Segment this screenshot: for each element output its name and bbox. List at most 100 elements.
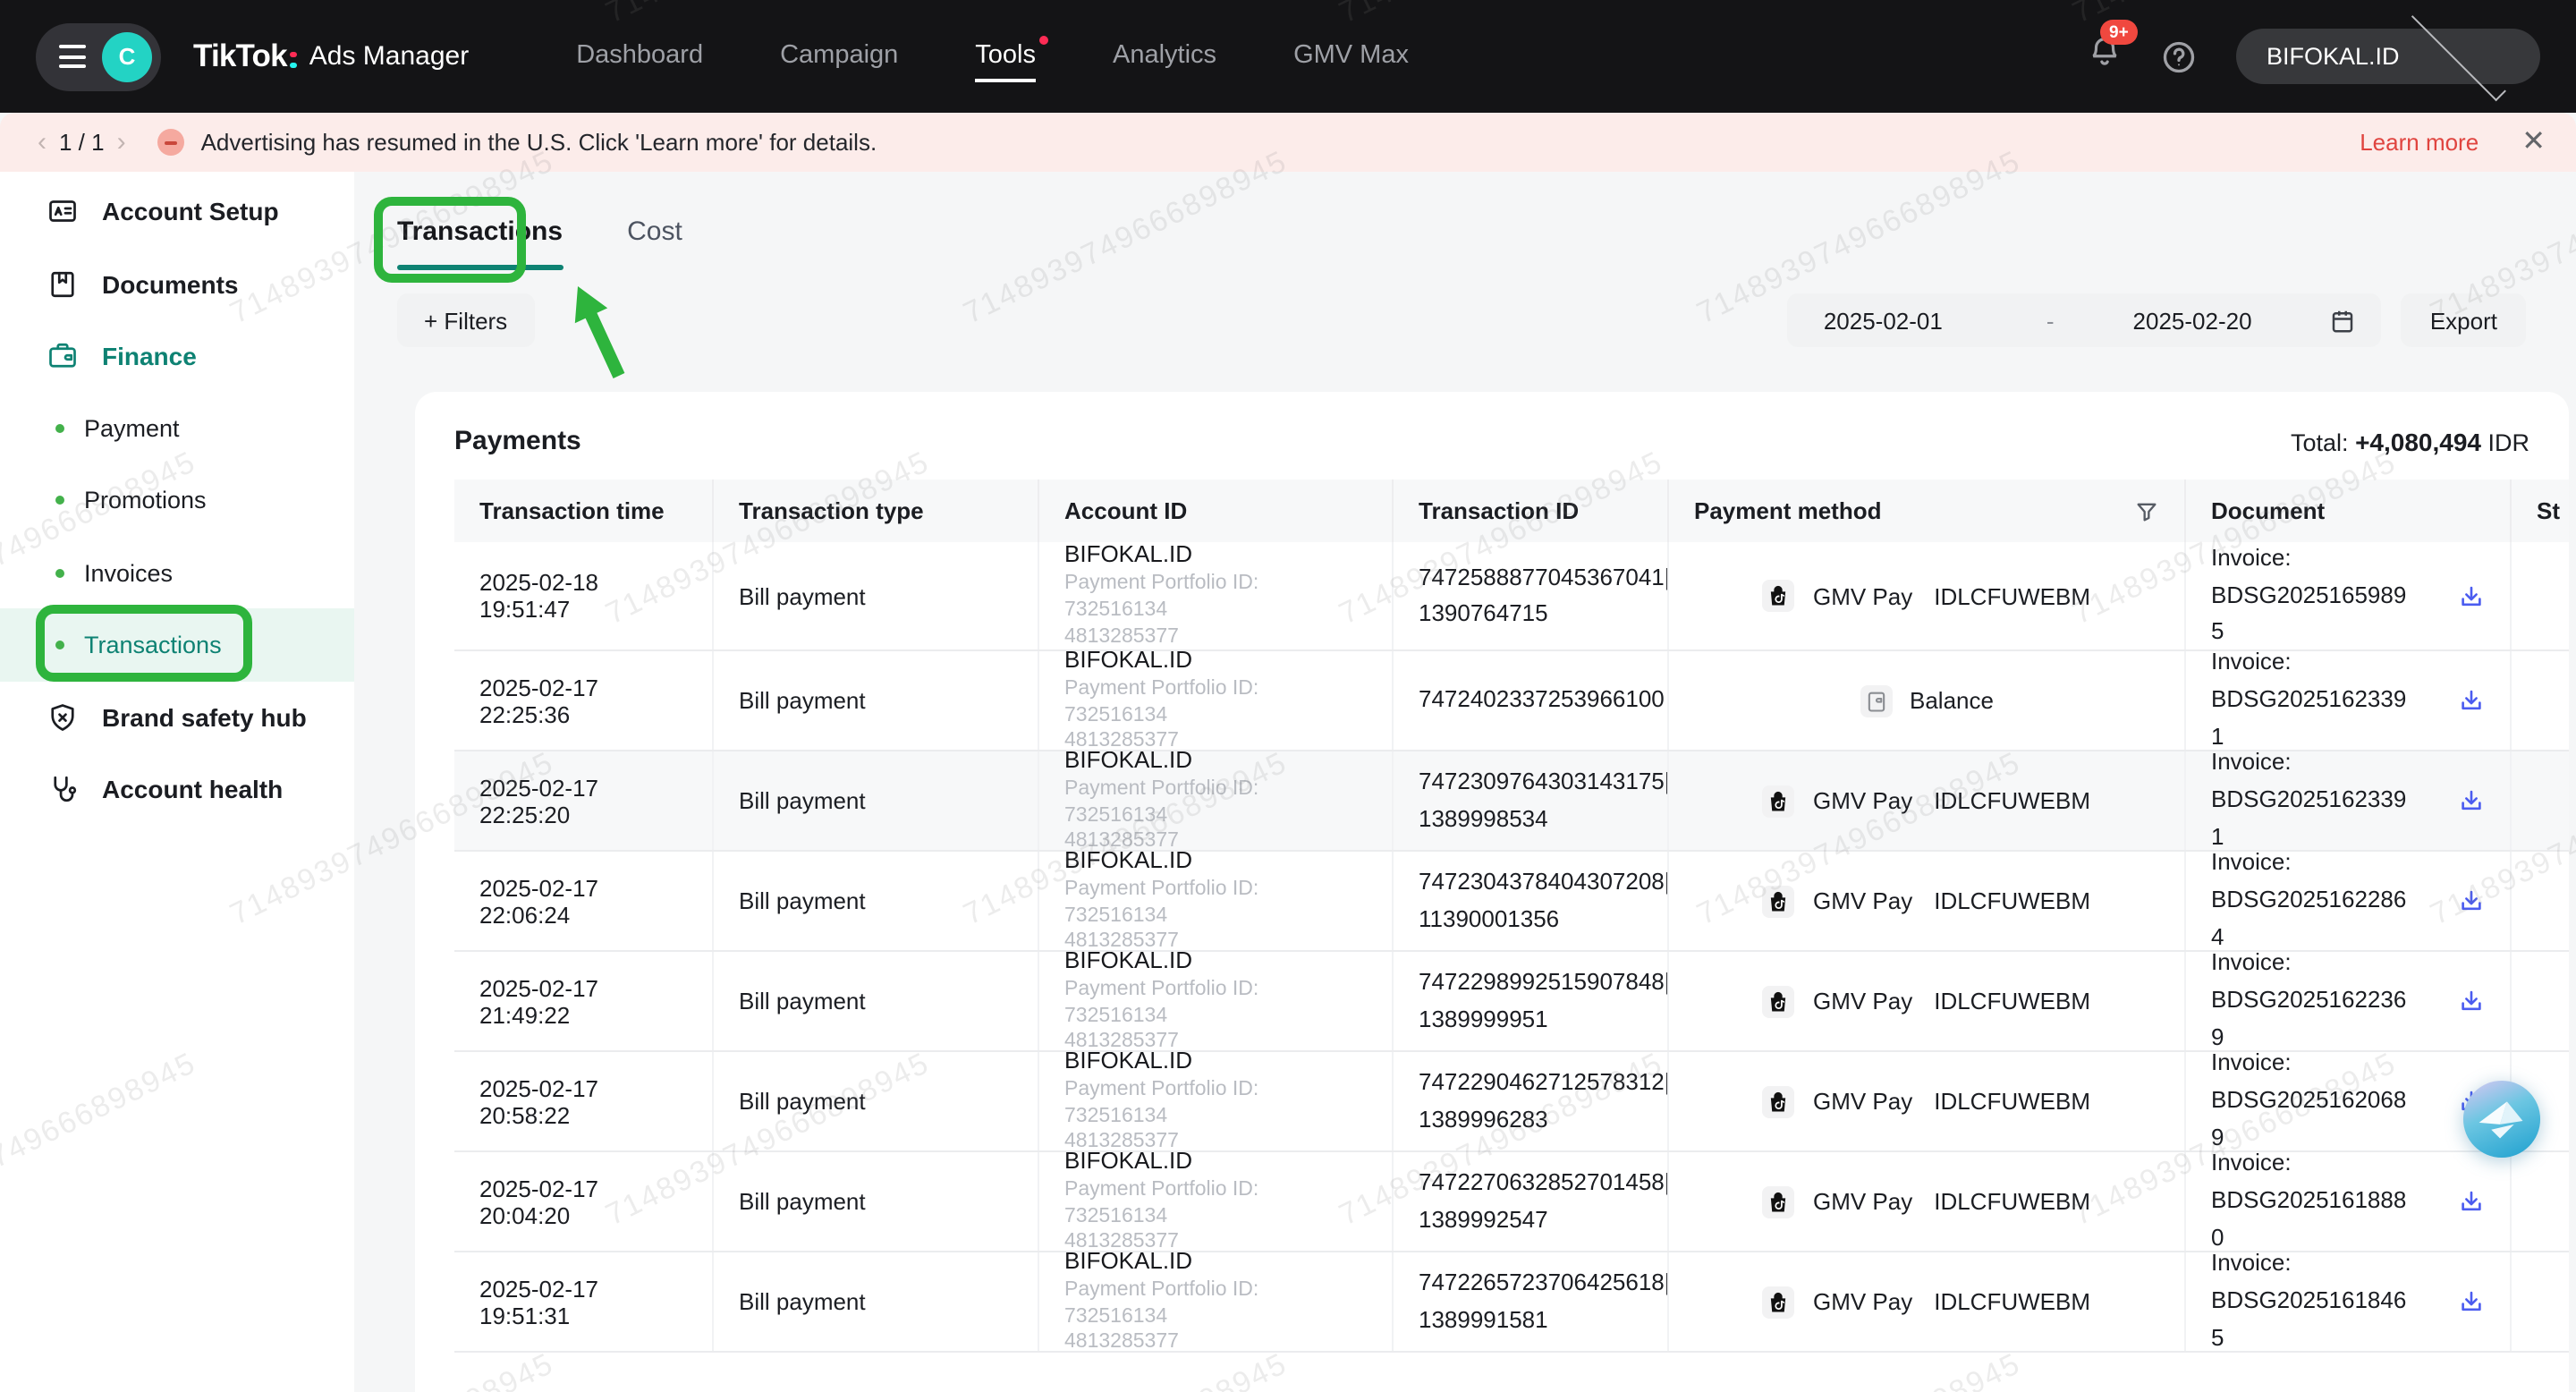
transactions-table: Transaction time Transaction type Accoun… — [454, 480, 2569, 1353]
cell-document: Invoice: BDSG2025162339 1 — [2186, 651, 2512, 750]
announcement-icon — [158, 129, 185, 156]
cell-payment-method: GMV Pay IDLCFUWEBM — [1669, 542, 2186, 649]
sidebar-item-brand-safety-hub[interactable]: Brand safety hub — [0, 681, 354, 753]
account-name: BIFOKAL.ID — [1064, 1252, 1367, 1273]
nav-item-dashboard[interactable]: Dashboard — [576, 30, 703, 82]
table-row[interactable]: 2025-02-17 22:25:20 Bill payment BIFOKAL… — [454, 751, 2569, 852]
cell-time: 2025-02-17 20:58:22 — [454, 1052, 714, 1150]
sidebar-item-documents[interactable]: Documents — [0, 248, 354, 320]
payment-method-label: Balance — [1910, 687, 1994, 714]
sidebar-item-account-setup[interactable]: Account Setup — [0, 175, 354, 248]
invoice-line2: 1 — [2211, 719, 2447, 750]
txid-line2: 1389991581 — [1419, 1302, 1642, 1337]
learn-more-link[interactable]: Learn more — [2360, 129, 2479, 156]
sidebar-item-label: Payment — [84, 415, 180, 442]
wallet-icon — [47, 340, 79, 372]
table-row[interactable]: 2025-02-17 21:49:22 Bill payment BIFOKAL… — [454, 952, 2569, 1052]
document-icon — [47, 267, 79, 300]
sidebar-item-account-health[interactable]: Account health — [0, 753, 354, 826]
date-separator: - — [2046, 307, 2055, 334]
avatar[interactable]: C — [102, 31, 152, 81]
banner-message: Advertising has resumed in the U.S. Clic… — [201, 129, 877, 156]
payment-method-label: GMV Pay — [1813, 988, 1912, 1014]
notifications-button[interactable]: 9+ — [2088, 34, 2122, 79]
invoice-line1: Invoice: BDSG2025161846 — [2211, 1252, 2447, 1320]
nav-item-tools[interactable]: Tools — [975, 30, 1036, 82]
download-icon[interactable] — [2458, 787, 2485, 814]
banner-prev-button[interactable]: ‹ — [30, 127, 54, 157]
cell-status — [2512, 542, 2569, 649]
banner-close-icon[interactable]: ✕ — [2521, 128, 2546, 157]
download-icon[interactable] — [2458, 687, 2485, 714]
sidebar-item-transactions[interactable]: Transactions — [0, 609, 354, 682]
payment-method-detail: IDLCFUWEBM — [1934, 1088, 2090, 1115]
sidebar-item-label: Account Setup — [102, 197, 279, 225]
portfolio-id-line2: 4813285377 — [1064, 1130, 1367, 1150]
filter-funnel-icon[interactable] — [2134, 498, 2159, 523]
portfolio-id-line2: 4813285377 — [1064, 1330, 1367, 1351]
cell-time: 2025-02-17 22:06:24 — [454, 852, 714, 950]
filters-button[interactable]: + Filters — [397, 293, 534, 347]
account-name: BIFOKAL.ID — [1064, 1152, 1367, 1173]
stethoscope-icon — [47, 774, 79, 806]
date-range-picker[interactable]: 2025-02-01 - 2025-02-20 — [1788, 293, 2382, 347]
table-row[interactable]: 2025-02-17 19:51:31 Bill payment BIFOKAL… — [454, 1252, 2569, 1353]
cell-account: BIFOKAL.ID Payment Portfolio ID: 7325161… — [1039, 1052, 1394, 1150]
col-transaction-type: Transaction type — [714, 480, 1039, 542]
table-row[interactable]: 2025-02-17 22:25:36 Bill payment BIFOKAL… — [454, 651, 2569, 751]
hamburger-icon — [59, 45, 86, 68]
txid-line1: 7472402337253966100 — [1419, 683, 1642, 718]
invoice-line2: 9 — [2211, 1120, 2447, 1150]
account-selector[interactable]: BIFOKAL.ID — [2236, 29, 2540, 84]
download-icon[interactable] — [2458, 988, 2485, 1014]
chevron-down-icon — [2411, 5, 2506, 100]
sidebar-item-label: Transactions — [84, 632, 222, 658]
toolbar: + Filters 2025-02-01 - 2025-02-20 Export — [397, 293, 2576, 347]
tab-transactions[interactable]: Transactions — [397, 216, 563, 270]
table-row[interactable]: 2025-02-17 20:04:20 Bill payment BIFOKAL… — [454, 1152, 2569, 1252]
sidebar-item-invoices[interactable]: Invoices — [0, 537, 354, 609]
main-menu-toggle[interactable]: C — [36, 22, 161, 90]
sidebar-item-finance[interactable]: Finance — [0, 320, 354, 393]
cell-type: Bill payment — [714, 852, 1039, 950]
payments-total: Total: +4,080,494 IDR — [2291, 427, 2529, 455]
account-selector-value: BIFOKAL.ID — [2267, 43, 2400, 70]
cell-transaction-id: 7472588877045367041|1 1390764715 — [1394, 542, 1669, 649]
nav-item-gmv-max[interactable]: GMV Max — [1293, 30, 1409, 82]
nav-item-analytics[interactable]: Analytics — [1113, 30, 1216, 82]
download-icon[interactable] — [2458, 1188, 2485, 1215]
account-name: BIFOKAL.ID — [1064, 542, 1367, 567]
cell-transaction-id: 7472270632852701458|1 1389992547 — [1394, 1152, 1669, 1251]
cell-payment-method: GMV Pay IDLCFUWEBM — [1669, 1152, 2186, 1251]
sidebar-item-label: Finance — [102, 342, 197, 370]
cell-transaction-id: 7472265723706425618|1 1389991581 — [1394, 1252, 1669, 1351]
payment-method-label: GMV Pay — [1813, 787, 1912, 814]
invoice-line2: 4 — [2211, 920, 2447, 950]
bullet-icon — [55, 568, 64, 577]
sidebar-item-payment[interactable]: Payment — [0, 392, 354, 464]
table-row[interactable]: 2025-02-18 19:51:47 Bill payment BIFOKAL… — [454, 542, 2569, 651]
cell-transaction-id: 7472402337253966100 — [1394, 651, 1669, 750]
table-row[interactable]: 2025-02-17 22:06:24 Bill payment BIFOKAL… — [454, 852, 2569, 952]
bullet-icon — [55, 424, 64, 433]
portfolio-id-line2: 4813285377 — [1064, 1230, 1367, 1251]
export-button[interactable]: Export — [2402, 293, 2526, 347]
invoice-line2: 5 — [2211, 615, 2447, 649]
account-name: BIFOKAL.ID — [1064, 852, 1367, 872]
download-icon[interactable] — [2458, 887, 2485, 914]
assistant-widget[interactable] — [2462, 1079, 2542, 1159]
tab-cost[interactable]: Cost — [627, 216, 682, 270]
help-icon[interactable] — [2161, 38, 2197, 74]
cell-document: Invoice: BDSG2025162236 9 — [2186, 952, 2512, 1050]
nav-item-campaign[interactable]: Campaign — [780, 30, 898, 82]
invoice-line2: 9 — [2211, 1020, 2447, 1050]
sidebar-item-promotions[interactable]: Promotions — [0, 464, 354, 537]
cell-document: Invoice: BDSG2025161888 0 — [2186, 1152, 2512, 1251]
table-row[interactable]: 2025-02-17 20:58:22 Bill payment BIFOKAL… — [454, 1052, 2569, 1152]
download-icon[interactable] — [2458, 582, 2485, 609]
portfolio-id-line1: Payment Portfolio ID: 732516134 — [1064, 675, 1367, 729]
cell-payment-method: GMV Pay IDLCFUWEBM — [1669, 1052, 2186, 1150]
banner-next-button[interactable]: › — [110, 127, 133, 157]
download-icon[interactable] — [2458, 1288, 2485, 1315]
cell-account: BIFOKAL.ID Payment Portfolio ID: 7325161… — [1039, 751, 1394, 850]
